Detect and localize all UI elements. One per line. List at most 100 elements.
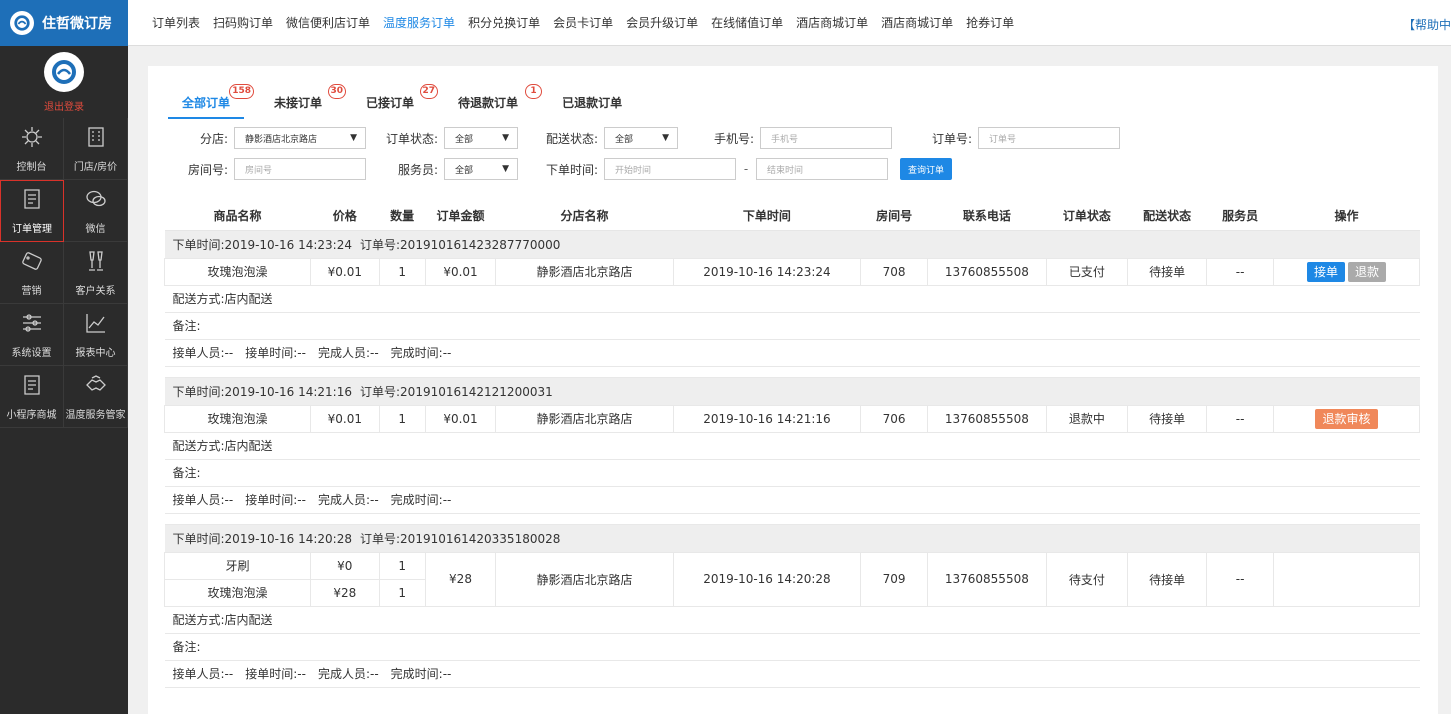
tab-orders-1[interactable]: 未接订单 30 bbox=[260, 84, 347, 119]
document-icon bbox=[20, 187, 44, 220]
tab-label: 待退款订单 bbox=[458, 96, 519, 110]
delivery-method-label: 配送方式: bbox=[172, 292, 225, 306]
table-row: 玫瑰泡泡澡 ¥0.01 1 ¥0.01 静影酒店北京路店 2019-10-16 14:23… bbox=[164, 257, 1421, 286]
filter-row-1: 分店: 静影酒店北京路店 ▼ 订单状态: 全部 ▼ 配送状态: 全部 ▼ 手机号: 手… bbox=[148, 127, 1120, 149]
order-status-label: 订单状态: bbox=[385, 131, 438, 146]
sidebar-item-wechat[interactable]: 微信 bbox=[64, 180, 128, 242]
brand-name: 住哲微订房 bbox=[42, 16, 112, 32]
accept-time-value: -- bbox=[297, 667, 306, 681]
waiter-select-value: 全部 bbox=[455, 165, 474, 176]
delivery-status-select[interactable]: 全部 ▼ bbox=[604, 127, 678, 149]
sidebar-item-label: 微信 bbox=[85, 223, 106, 235]
order-time-label: 下单时间: bbox=[172, 384, 225, 399]
order-status-cell: 退款中 bbox=[1045, 404, 1129, 433]
help-link[interactable]: 【帮助中 bbox=[1403, 16, 1451, 33]
end-time-input[interactable]: 结束时间 bbox=[756, 158, 888, 180]
actions-cell: 接单 退款 bbox=[1272, 257, 1421, 286]
brand-bar[interactable]: 住哲微订房 bbox=[0, 0, 128, 46]
query-orders-button[interactable]: 查询订单 bbox=[900, 158, 953, 180]
top-nav-item[interactable]: 在线储值订单 bbox=[711, 14, 783, 31]
sidebar-item-line-chart[interactable]: 报表中心 bbox=[64, 304, 128, 366]
user-area: 退出登录 bbox=[0, 46, 128, 118]
order-time-label: 下单时间: bbox=[545, 162, 598, 177]
tab-orders-3[interactable]: 待退款订单 1 bbox=[444, 84, 543, 119]
delivery-status-label: 配送状态: bbox=[545, 131, 598, 146]
order-no-input[interactable]: 订单号 bbox=[978, 127, 1120, 149]
delivery-cell: 配送方式:店内配送 bbox=[164, 284, 1420, 313]
waiter-label: 服务员: bbox=[397, 162, 438, 177]
delivery-status-cell: 待接单 bbox=[1127, 404, 1208, 433]
top-nav-item[interactable]: 会员卡订单 bbox=[553, 14, 613, 31]
sidebar-item-document[interactable]: 小程序商城 bbox=[0, 366, 64, 428]
complete-time-label: 完成时间: bbox=[390, 493, 443, 507]
phone-input[interactable]: 手机号 bbox=[760, 127, 892, 149]
delivery-method-value: 店内配送 bbox=[224, 292, 273, 306]
sidebar-item-sliders[interactable]: 系统设置 bbox=[0, 304, 64, 366]
completer-label: 完成人员: bbox=[317, 493, 370, 507]
branch-select-value: 静影酒店北京路店 bbox=[245, 134, 318, 145]
quantity-cell: 1 bbox=[378, 257, 426, 286]
order-status-select[interactable]: 全部 ▼ bbox=[444, 127, 518, 149]
tab-label: 全部订单 bbox=[182, 96, 231, 110]
accept-order-button[interactable]: 接单 bbox=[1306, 261, 1345, 282]
sidebar-item-sale-tag[interactable]: 营销 bbox=[0, 242, 64, 304]
delivery-status-cell: 待接单 bbox=[1127, 551, 1208, 607]
top-nav-item[interactable]: 积分兑换订单 bbox=[468, 14, 540, 31]
order-subtabs: 全部订单 158 未接订单 30 已接订单 27 待退款订单 1 已退款订单 bbox=[168, 84, 652, 119]
sidebar-item-building[interactable]: 门店/房价 bbox=[64, 118, 128, 180]
tab-orders-2[interactable]: 已接订单 27 bbox=[352, 84, 439, 119]
top-nav-item[interactable]: 会员升级订单 bbox=[626, 14, 698, 31]
sidebar-item-document[interactable]: 订单管理 bbox=[0, 180, 64, 242]
count-badge: 158 bbox=[229, 84, 255, 99]
staff-row: 接单人员:-- 接单时间:-- 完成人员:-- 完成时间:-- bbox=[164, 659, 1420, 688]
delivery-method-value: 店内配送 bbox=[224, 439, 273, 453]
room-input[interactable]: 房间号 bbox=[234, 158, 366, 180]
top-nav-item[interactable]: 扫码购订单 bbox=[213, 14, 273, 31]
waiter-cell: -- bbox=[1206, 404, 1274, 433]
column-header: 下单时间 bbox=[673, 202, 861, 231]
branch-select[interactable]: 静影酒店北京路店 ▼ bbox=[234, 127, 366, 149]
delivery-row: 配送方式:店内配送 bbox=[164, 431, 1420, 460]
tab-orders-0[interactable]: 全部订单 158 bbox=[168, 84, 255, 119]
price-cell: ¥28 bbox=[309, 578, 380, 607]
order-no-value: 201910161423287770000 bbox=[400, 237, 561, 252]
product-name-cell: 牙刷 bbox=[164, 551, 311, 580]
sidebar-item-label: 客户关系 bbox=[75, 285, 116, 297]
column-header: 价格 bbox=[310, 202, 380, 231]
top-nav-item[interactable]: 酒店商城订单 bbox=[881, 14, 953, 31]
accept-time-label: 接单时间: bbox=[245, 346, 298, 360]
sidebar-item-glasses[interactable]: 客户关系 bbox=[64, 242, 128, 304]
count-badge: 1 bbox=[525, 84, 543, 99]
column-header: 服务员 bbox=[1206, 202, 1274, 231]
refund-button[interactable]: 退款 bbox=[1347, 261, 1386, 282]
top-nav-item[interactable]: 订单列表 bbox=[152, 14, 200, 31]
column-header: 订单金额 bbox=[425, 202, 496, 231]
avatar[interactable] bbox=[44, 51, 84, 92]
start-time-input[interactable]: 开始时间 bbox=[604, 158, 736, 180]
group-spacer bbox=[165, 366, 1420, 377]
top-nav-item[interactable]: 温度服务订单 bbox=[383, 14, 455, 31]
top-nav-item[interactable]: 微信便利店订单 bbox=[286, 14, 370, 31]
sidebar-item-label: 订单管理 bbox=[12, 224, 52, 235]
quantity-cell: 1 bbox=[378, 404, 426, 433]
column-header: 联系电话 bbox=[927, 202, 1047, 231]
tab-label: 已接订单 bbox=[366, 96, 415, 110]
sidebar-item-gear[interactable]: 控制台 bbox=[0, 118, 64, 180]
top-nav-item[interactable]: 酒店商城订单 bbox=[796, 14, 868, 31]
branch-name-cell: 静影酒店北京路店 bbox=[495, 404, 674, 433]
complete-time-value: -- bbox=[442, 493, 452, 507]
phone-cell: 13760855508 bbox=[926, 551, 1047, 607]
tab-orders-4[interactable]: 已退款订单 bbox=[548, 92, 636, 119]
acceptor-value: -- bbox=[224, 667, 234, 681]
refund-review-button[interactable]: 退款审核 bbox=[1315, 408, 1378, 429]
sidebar-item-handshake[interactable]: 温度服务管家 bbox=[64, 366, 128, 428]
quantity-cell: 1 bbox=[378, 551, 426, 580]
brand-logo-icon bbox=[10, 11, 34, 35]
room-number-cell: 708 bbox=[860, 257, 928, 286]
top-nav-item[interactable]: 抢券订单 bbox=[966, 14, 1014, 31]
remark-cell: 备注: bbox=[164, 632, 1420, 661]
order-header-cell: 下单时间:2019-10-16 14:23:24 订单号:201910161423… bbox=[164, 229, 1420, 259]
waiter-select[interactable]: 全部 ▼ bbox=[444, 158, 518, 180]
logout-link[interactable]: 退出登录 bbox=[44, 98, 84, 113]
accept-time-label: 接单时间: bbox=[245, 493, 298, 507]
